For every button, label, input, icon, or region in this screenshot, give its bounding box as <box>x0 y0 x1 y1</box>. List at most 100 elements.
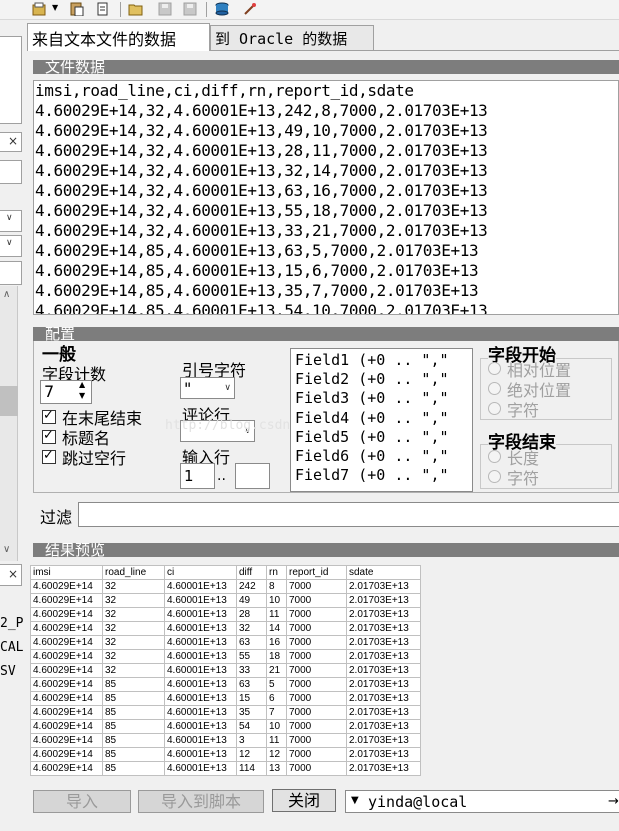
import-button[interactable]: 导入 <box>33 790 131 813</box>
table-row[interactable]: 4.60029E+14 85 4.60001E+13 114 13 7000 2.01703… <box>30 761 421 776</box>
skip-empty-checkbox[interactable] <box>42 448 56 464</box>
dropdown-icon[interactable]: ▼ <box>351 795 359 806</box>
table-row[interactable]: 4.60029E+14 32 4.60001E+13 63 16 7000 2.01703E… <box>30 635 421 650</box>
table-cell: 32 <box>102 635 165 650</box>
table-cell: 85 <box>102 705 165 720</box>
end-length-radio[interactable] <box>488 450 501 463</box>
table-cell: 7000 <box>286 579 347 594</box>
table-cell: 11 <box>266 733 287 748</box>
table-cell: 4.60029E+14 <box>30 593 103 608</box>
table-cell: 4.60001E+13 <box>164 607 237 622</box>
filter-input[interactable] <box>78 502 619 527</box>
field-count-stepper[interactable]: 7 ▲ ▼ <box>40 380 92 404</box>
chevron-down-icon[interactable]: ∨ <box>3 544 10 555</box>
column-header[interactable]: imsi <box>30 565 103 580</box>
start-absolute-radio[interactable] <box>488 382 501 395</box>
left-panel-field-3[interactable] <box>0 261 22 285</box>
folder-open-icon[interactable] <box>128 2 144 16</box>
stepper-up-icon[interactable]: ▲ <box>79 380 85 389</box>
chevron-up-icon[interactable]: ∧ <box>3 289 10 300</box>
table-cell: 4.60001E+13 <box>164 635 237 650</box>
table-row[interactable]: 4.60029E+14 32 4.60001E+13 49 10 7000 2.01703E… <box>30 593 421 608</box>
left-panel-field-2[interactable] <box>0 160 22 184</box>
field-list-item[interactable]: Field6 (+0 .. "," <box>295 447 472 466</box>
table-cell: 2.01703E+13 <box>346 621 421 636</box>
table-cell: 7000 <box>286 593 347 608</box>
table-row[interactable]: 4.60029E+14 32 4.60001E+13 242 8 7000 2.01703E… <box>30 579 421 594</box>
field-list-item[interactable]: Field7 (+0 .. "," <box>295 466 472 485</box>
field-list-item[interactable]: Field5 (+0 .. "," <box>295 428 472 447</box>
start-relative-radio[interactable] <box>488 362 501 375</box>
table-cell: 2.01703E+13 <box>346 733 421 748</box>
table-cell: 85 <box>102 761 165 776</box>
quote-select[interactable]: " ∨ <box>180 377 235 399</box>
toolbar: ▼ <box>0 0 619 20</box>
column-header[interactable]: road_line <box>102 565 165 580</box>
table-row[interactable]: 4.60029E+14 32 4.60001E+13 55 18 7000 2.01703E… <box>30 649 421 664</box>
tab-to-oracle[interactable]: 到 Oracle 的数据 <box>210 25 374 50</box>
chevron-down-icon[interactable]: ∨ <box>6 213 13 223</box>
table-row[interactable]: 4.60029E+14 85 4.60001E+13 12 12 7000 2.01703E… <box>30 747 421 762</box>
import-script-button[interactable]: 导入到脚本 <box>138 790 264 813</box>
start-char-radio[interactable] <box>488 402 501 415</box>
table-cell: 32 <box>102 649 165 664</box>
document-icon[interactable] <box>95 2 111 16</box>
table-cell: 32 <box>102 579 165 594</box>
table-cell: 5 <box>266 677 287 692</box>
table-cell: 85 <box>102 719 165 734</box>
chevron-down-icon[interactable]: ∨ <box>224 383 231 393</box>
table-cell: 2.01703E+13 <box>346 649 421 664</box>
table-cell: 7000 <box>286 719 347 734</box>
file-data-text[interactable]: imsi,road_line,ci,diff,rn,report_id,sdat… <box>33 80 619 315</box>
column-header[interactable]: sdate <box>346 565 421 580</box>
table-cell: 4.60001E+13 <box>164 663 237 678</box>
column-header[interactable]: rn <box>266 565 287 580</box>
table-row[interactable]: 4.60029E+14 85 4.60001E+13 15 6 7000 2.01703E+… <box>30 691 421 706</box>
close-icon[interactable]: × <box>8 134 18 148</box>
table-row[interactable]: 4.60029E+14 85 4.60001E+13 3 11 7000 2.01703E+… <box>30 733 421 748</box>
connection-select[interactable]: ▼ yinda@local → <box>345 790 619 813</box>
left-panel-text: SV <box>0 664 16 679</box>
arrow-right-icon[interactable]: → <box>608 794 619 809</box>
tab-text-file[interactable]: 来自文本文件的数据 <box>27 23 210 51</box>
left-scrollbar[interactable]: ∧ ∨ <box>0 286 18 561</box>
field-list[interactable]: Field1 (+0 .. "," Field2 (+0 .. "," Field3… <box>290 348 473 492</box>
table-row[interactable]: 4.60029E+14 85 4.60001E+13 54 10 7000 2.01703E… <box>30 719 421 734</box>
scroll-thumb[interactable] <box>0 386 18 416</box>
open-icon[interactable] <box>32 2 48 16</box>
field-list-item[interactable]: Field1 (+0 .. "," <box>295 351 472 370</box>
stepper-down-icon[interactable]: ▼ <box>79 391 85 400</box>
paste-icon[interactable] <box>69 2 85 16</box>
input-to-field[interactable] <box>235 463 270 489</box>
trailing-checkbox[interactable] <box>42 408 56 424</box>
table-cell: 4.60029E+14 <box>30 621 103 636</box>
field-list-item[interactable]: Field4 (+0 .. "," <box>295 409 472 428</box>
field-list-item[interactable]: Field2 (+0 .. "," <box>295 370 472 389</box>
column-header[interactable]: report_id <box>286 565 347 580</box>
close-button[interactable]: 关闭 <box>272 789 336 812</box>
table-cell: 85 <box>102 691 165 706</box>
field-list-item[interactable]: Field3 (+0 .. "," <box>295 389 472 408</box>
chevron-down-icon[interactable]: ∨ <box>6 238 13 248</box>
dropdown-icon[interactable]: ▼ <box>52 3 58 12</box>
table-cell: 4.60001E+13 <box>164 733 237 748</box>
table-cell: 4.60029E+14 <box>30 635 103 650</box>
table-row[interactable]: 4.60029E+14 32 4.60001E+13 33 21 7000 2.01703E… <box>30 663 421 678</box>
database-icon[interactable] <box>214 2 230 16</box>
column-header[interactable]: diff <box>236 565 267 580</box>
table-row[interactable]: 4.60029E+14 85 4.60001E+13 35 7 7000 2.01703E+… <box>30 705 421 720</box>
table-cell: 4.60029E+14 <box>30 649 103 664</box>
header-checkbox[interactable] <box>42 428 56 444</box>
table-row[interactable]: 4.60029E+14 85 4.60001E+13 63 5 7000 2.01703E+… <box>30 677 421 692</box>
input-from-field[interactable]: 1 <box>180 463 215 489</box>
close-icon[interactable]: × <box>8 567 18 581</box>
table-cell: 85 <box>102 733 165 748</box>
table-row[interactable]: 4.60029E+14 32 4.60001E+13 32 14 7000 2.01703E… <box>30 621 421 636</box>
end-char-radio[interactable] <box>488 470 501 483</box>
file-data-line: 4.60029E+14,32,4.60001E+13,63,16,7000,2.… <box>35 181 488 200</box>
preview-table[interactable]: imsi road_line ci diff rn report_id sdate 4.60… <box>30 565 430 776</box>
column-header[interactable]: ci <box>164 565 237 580</box>
table-cell: 4.60029E+14 <box>30 677 103 692</box>
wand-icon[interactable] <box>242 2 258 16</box>
table-row[interactable]: 4.60029E+14 32 4.60001E+13 28 11 7000 2.01703E… <box>30 607 421 622</box>
